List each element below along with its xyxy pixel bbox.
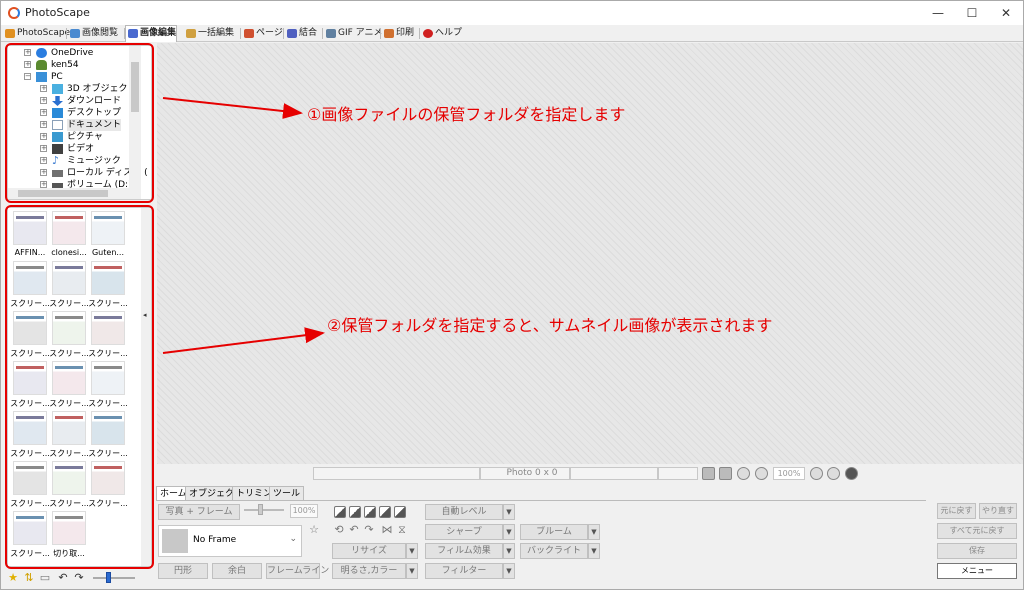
bloom-button[interactable]: ブルーム [520,524,588,540]
frame-slider-knob[interactable] [258,504,263,515]
thumbnail-size-slider[interactable] [93,577,135,579]
frame-preview [162,529,188,553]
edit-home-panel: 写真 + フレーム 100% ☆ No Frame ⌄ 円形 余白 フレームライ… [156,500,926,588]
editor-icon [128,29,138,38]
photoscape-logo-icon [8,7,20,19]
adjust-icon-2[interactable] [349,506,361,518]
favorite-frame-icon[interactable]: ☆ [307,523,321,537]
tab-editor[interactable]: 画像編集 [125,25,178,42]
maximize-button[interactable]: ☐ [955,3,989,23]
history-panel: 元に戻す やり直す すべて元に戻す 保存 メニュー [937,501,1021,585]
forward-arrow-icon[interactable]: ↷ [73,572,85,584]
viewer-icon [70,29,80,38]
gif-icon [326,29,336,38]
circle-button[interactable]: 円形 [158,563,208,579]
fit-screen-icon[interactable] [702,467,715,480]
resize-button[interactable]: リサイズ [332,543,406,559]
redo-rotate-icon[interactable]: ↷ [362,523,376,537]
resize-dropdown[interactable]: ▼ [406,543,418,559]
thumbnail-size-knob[interactable] [106,572,111,583]
tab-photoscape[interactable]: PhotoScape [3,26,70,41]
brightness-dropdown[interactable]: ▼ [406,563,418,579]
undo-all-button[interactable]: すべて元に戻す [937,523,1017,539]
frame-select[interactable]: No Frame ⌄ [158,525,302,557]
title-bar: PhotoScape — ☐ ✕ [1,1,1023,25]
zoom-out-icon[interactable] [827,467,840,480]
combine-icon [287,29,297,38]
backlight-button[interactable]: バックライト [520,543,588,559]
backlight-dropdown[interactable]: ▼ [588,543,600,559]
app-window: PhotoScape — ☐ ✕ PhotoScape 画像閲覧 画像編集 一括… [0,0,1024,590]
undo-rotate-icon[interactable]: ↶ [347,523,361,537]
tab-combine[interactable]: 結合 [285,26,317,41]
adjust-icon-5[interactable] [394,506,406,518]
folder-annotation-box [5,43,154,203]
frame-slider-track[interactable] [244,509,284,511]
bloom-dropdown[interactable]: ▼ [588,524,600,540]
close-button[interactable]: ✕ [989,3,1023,23]
menu-button[interactable]: メニュー [937,563,1017,579]
frame-percent: 100% [290,504,318,518]
photo-size-label: Photo 0 x 0 [506,468,558,478]
window-title: PhotoScape [25,6,90,19]
redo-button[interactable]: やり直す [979,503,1017,519]
brightness-color-button[interactable]: 明るさ,カラー [332,563,406,579]
sharpen-button[interactable]: シャープ [425,524,503,540]
filter-button[interactable]: フィルター [425,563,503,579]
film-effect-button[interactable]: フィルム効果 [425,543,503,559]
thumbnail-annotation-box [5,205,154,569]
adjust-icon-1[interactable] [334,506,346,518]
folder-open-icon[interactable]: ▭ [39,572,51,584]
help-icon [423,29,433,38]
flip-vertical-icon[interactable]: ⧖ [395,523,409,537]
browser-toolbar: ★ ⇅ ▭ ↶ ↷ [7,571,152,587]
folder-annotation-text: ①画像ファイルの保管フォルダを指定します [307,105,626,124]
undo-button[interactable]: 元に戻す [937,503,976,519]
film-effect-dropdown[interactable]: ▼ [503,543,515,559]
tab-help[interactable]: ヘルプ [421,26,462,41]
tab-print[interactable]: 印刷 [382,26,414,41]
zoom-level: 100% [773,467,805,480]
sharpen-dropdown[interactable]: ▼ [503,524,515,540]
tab-tools[interactable]: ツール [269,486,305,501]
minimize-button[interactable]: — [921,3,955,23]
photoscape-icon [5,29,15,38]
chevron-down-icon: ⌄ [289,534,297,544]
back-arrow-icon[interactable]: ↶ [57,572,69,584]
main-tab-bar: PhotoScape 画像閲覧 画像編集 一括編集 ページ 結合 GIF アニメ… [1,25,1023,42]
info-icon[interactable] [845,467,858,480]
rotate-left-icon[interactable]: ⟲ [332,523,346,537]
tab-page[interactable]: ページ [242,26,283,41]
margin-button[interactable]: 余白 [212,563,262,579]
favorite-star-icon[interactable]: ★ [7,572,19,584]
zoom-100-icon[interactable] [755,467,768,480]
print-icon [384,29,394,38]
zoom-fit-icon[interactable] [737,467,750,480]
adjust-icon-4[interactable] [379,506,391,518]
adjust-icon-3[interactable] [364,506,376,518]
flip-horizontal-icon[interactable]: ⋈ [380,523,394,537]
refresh-folder-icon[interactable]: ⇅ [23,572,35,584]
frame-name: No Frame [193,535,237,545]
actual-size-icon[interactable] [719,467,732,480]
auto-level-dropdown[interactable]: ▼ [503,504,515,520]
photo-frame-button[interactable]: 写真 + フレーム [158,504,240,520]
frame-line-button[interactable]: フレームライン [266,563,329,579]
thumbnail-annotation-text: ②保管フォルダを指定すると、サムネイル画像が表示されます [327,316,773,335]
filter-dropdown[interactable]: ▼ [503,563,515,579]
batch-icon [186,29,196,38]
save-button[interactable]: 保存 [937,543,1017,559]
page-icon [244,29,254,38]
status-bar: Photo 0 x 0 100% [157,465,1023,481]
tab-batch[interactable]: 一括編集 [184,26,234,41]
tab-gif[interactable]: GIF アニメ [324,26,383,41]
tab-viewer[interactable]: 画像閲覧 [68,26,118,41]
auto-level-button[interactable]: 自動レベル [425,504,503,520]
zoom-in-icon[interactable] [810,467,823,480]
